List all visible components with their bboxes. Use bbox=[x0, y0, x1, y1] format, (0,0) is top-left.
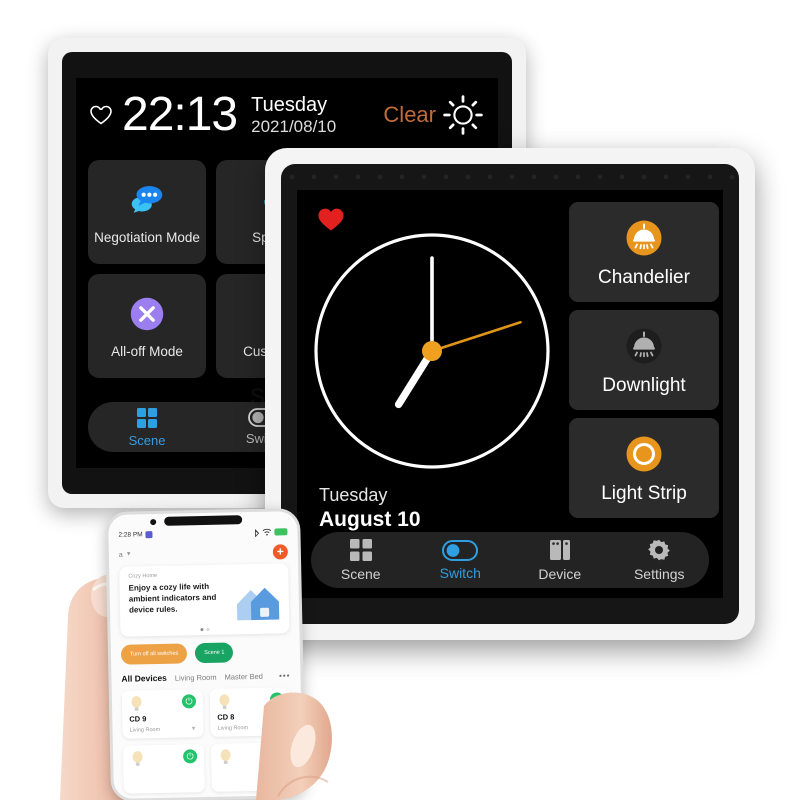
hand-fingers-front bbox=[256, 692, 332, 800]
device-icon bbox=[549, 540, 570, 560]
device-tile-downlight[interactable]: Downlight bbox=[569, 310, 719, 410]
front-nav-label: Settings bbox=[633, 566, 685, 582]
back-scene-tile-negotiation-mode[interactable]: Negotiation Mode bbox=[88, 160, 206, 264]
second-hand bbox=[430, 320, 522, 353]
ring-light-icon bbox=[626, 436, 662, 472]
grid-icon bbox=[137, 407, 157, 428]
back-date: 2021/08/10 bbox=[251, 116, 337, 136]
hand-holding-phone: 2:28 PM a ▼ + Cozy Home Enjoy a cozy lif… bbox=[60, 500, 350, 800]
device-tile-light-strip[interactable]: Light Strip bbox=[569, 418, 719, 518]
device-tile-chandelier[interactable]: Chandelier bbox=[569, 202, 719, 302]
back-weekday: Tuesday bbox=[251, 94, 328, 117]
close-circle-icon bbox=[130, 297, 164, 331]
back-clock-time: 22:13 bbox=[122, 88, 238, 141]
front-nav-item-settings[interactable]: Settings bbox=[610, 538, 710, 582]
back-scene-label: Negotiation Mode bbox=[94, 230, 200, 245]
clock-hub bbox=[422, 341, 442, 361]
front-bottom-nav: Scene Switch Device Settings bbox=[311, 532, 709, 588]
front-panel-screen: Tuesday August 10 Chandelier Downlight L… bbox=[297, 190, 723, 598]
analog-clock-widget bbox=[305, 224, 559, 478]
front-nav-label: Switch bbox=[439, 564, 481, 581]
back-nav-label: Scene bbox=[128, 432, 166, 448]
chat-bubbles-icon bbox=[131, 186, 163, 213]
front-nav-item-device[interactable]: Device bbox=[510, 538, 610, 582]
back-nav-item-scene[interactable]: Scene bbox=[88, 407, 206, 448]
device-label: Light Strip bbox=[601, 483, 687, 504]
clock-face bbox=[314, 233, 550, 469]
back-date-block: Tuesday 2021/08/10 bbox=[251, 94, 336, 135]
back-weather-block: Clear bbox=[383, 94, 488, 136]
device-label: Chandelier bbox=[598, 267, 690, 288]
back-status-header: 22:13 Tuesday 2021/08/10 Clear bbox=[76, 78, 498, 152]
ceiling-lamp-icon bbox=[626, 220, 662, 256]
front-nav-label: Device bbox=[538, 566, 582, 582]
device-label: Downlight bbox=[602, 375, 686, 396]
toggle-on-icon bbox=[442, 539, 479, 561]
gear-icon bbox=[648, 539, 671, 561]
back-scene-label: All-off Mode bbox=[111, 344, 183, 359]
front-device-list: Chandelier Downlight Light Strip bbox=[569, 202, 719, 518]
sun-icon bbox=[443, 95, 483, 135]
ceiling-lamp-icon bbox=[626, 328, 662, 364]
front-nav-item-switch[interactable]: Switch bbox=[411, 539, 511, 581]
speaker-grille bbox=[281, 170, 739, 184]
back-scene-tile-all-off-mode[interactable]: All-off Mode bbox=[88, 274, 206, 378]
grid-icon bbox=[349, 539, 372, 561]
heart-outline-icon[interactable] bbox=[88, 103, 114, 127]
back-weather-condition: Clear bbox=[383, 102, 436, 127]
screenshot-stage: 22:13 Tuesday 2021/08/10 Clear Negotiati… bbox=[0, 0, 800, 800]
